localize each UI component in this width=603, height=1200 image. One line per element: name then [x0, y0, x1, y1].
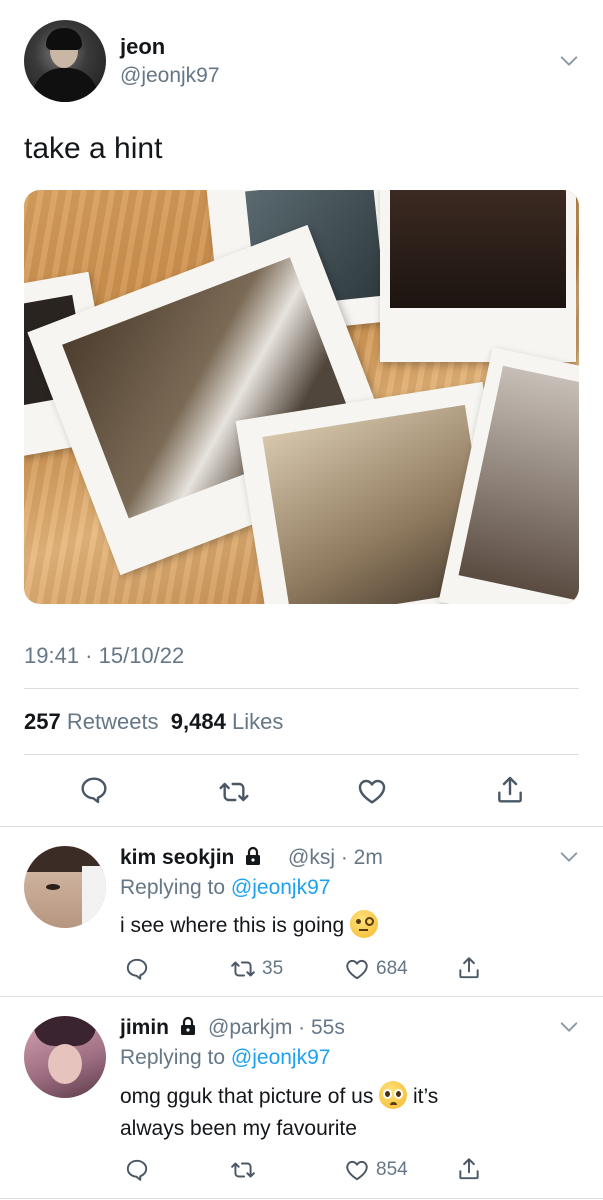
likes-label[interactable]: Likes	[232, 709, 283, 734]
reply-time: · 55s	[298, 1016, 345, 1039]
retweet-icon[interactable]	[230, 1157, 256, 1183]
like-icon[interactable]	[344, 1157, 370, 1183]
like-icon[interactable]	[356, 775, 388, 807]
reply-like-count: 854	[376, 1159, 408, 1180]
reply-share-button[interactable]	[456, 955, 482, 981]
divider	[0, 996, 603, 997]
reply-text: omg gguk that picture of us it’s always …	[120, 1081, 560, 1145]
reply-like-button[interactable]: 684	[344, 956, 408, 982]
replying-to: Replying to @jeonjk97	[120, 1046, 331, 1069]
divider	[0, 1198, 603, 1199]
reply-handle[interactable]: @parkjm	[208, 1016, 292, 1039]
tweet-stats: 257 Retweets 9,484 Likes	[24, 709, 283, 735]
divider	[0, 826, 603, 827]
reply-author-name[interactable]: jimin	[120, 1016, 197, 1040]
monocle-face-icon	[349, 910, 378, 939]
replying-to: Replying to @jeonjk97	[120, 876, 331, 899]
tweet-timestamp: 19:41 · 15/10/22	[24, 643, 185, 668]
divider	[24, 754, 579, 755]
reply-time: · 2m	[340, 846, 383, 869]
reply-handle[interactable]: @ksj	[288, 846, 335, 869]
lock-icon	[246, 847, 261, 866]
retweet-icon[interactable]	[218, 776, 250, 808]
chevron-down-icon[interactable]	[558, 50, 580, 72]
share-icon[interactable]	[456, 1156, 482, 1182]
chevron-down-icon[interactable]	[558, 1016, 580, 1038]
reply-icon[interactable]	[124, 1157, 150, 1183]
like-icon[interactable]	[344, 956, 370, 982]
reply-reply-button[interactable]	[124, 956, 150, 982]
reply-handle-time: @parkjm · 55s	[208, 1016, 345, 1040]
reply-share-button[interactable]	[456, 1156, 482, 1182]
reply-retweet-button[interactable]	[230, 1157, 262, 1183]
reply-author-name[interactable]: kim seokjin	[120, 846, 262, 870]
reply-icon[interactable]	[78, 774, 110, 806]
reply-handle-time: @ksj · 2m	[288, 846, 383, 870]
reply-icon[interactable]	[124, 956, 150, 982]
tweet-text: take a hint	[24, 132, 163, 165]
retweets-label[interactable]: Retweets	[67, 709, 159, 734]
reply-avatar[interactable]	[24, 846, 106, 928]
reply-text: i see where this is going	[120, 910, 378, 942]
replying-to-link[interactable]: @jeonjk97	[231, 876, 331, 899]
replying-to-link[interactable]: @jeonjk97	[231, 1046, 331, 1069]
lock-icon	[180, 1017, 195, 1036]
share-icon[interactable]	[456, 955, 482, 981]
pleading-face-icon	[379, 1081, 408, 1110]
author-avatar[interactable]	[24, 20, 106, 102]
divider	[24, 688, 579, 689]
reply-retweet-count: 35	[262, 958, 284, 979]
author-handle[interactable]: @jeonjk97	[120, 64, 220, 88]
chevron-down-icon[interactable]	[558, 846, 580, 868]
retweets-count[interactable]: 257	[24, 709, 61, 734]
reply-avatar[interactable]	[24, 1016, 106, 1098]
tweet-photo[interactable]	[24, 190, 579, 604]
reply-reply-button[interactable]	[124, 1157, 150, 1183]
share-icon[interactable]	[494, 774, 526, 806]
reply-retweet-button[interactable]: 35	[230, 956, 283, 982]
author-name[interactable]: jeon	[120, 34, 165, 60]
likes-count[interactable]: 9,484	[171, 709, 226, 734]
reply-like-button[interactable]: 854	[344, 1157, 408, 1183]
retweet-icon[interactable]	[230, 956, 256, 982]
reply-like-count: 684	[376, 958, 408, 979]
